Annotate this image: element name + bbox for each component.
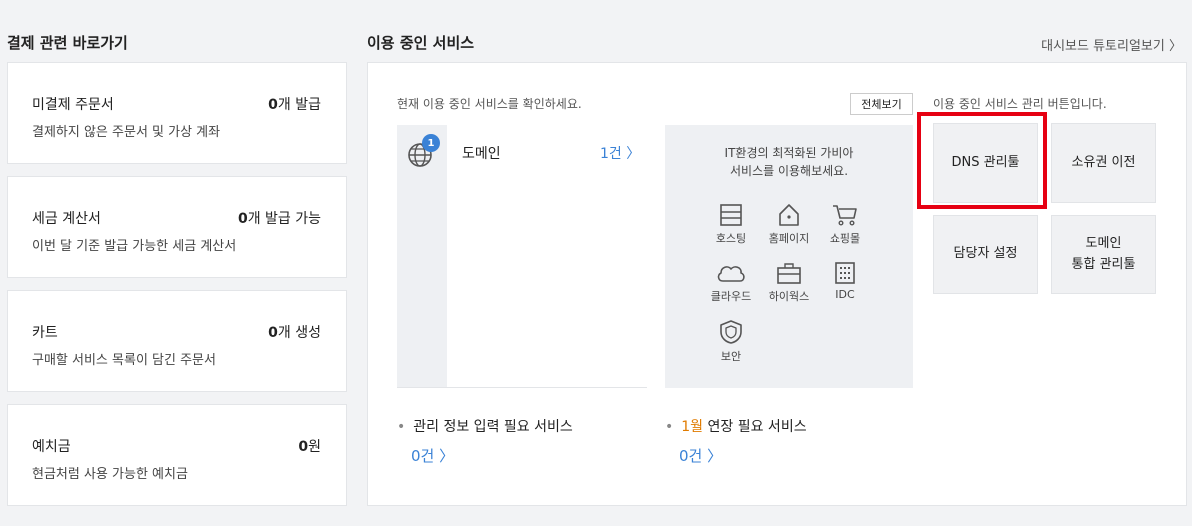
cart-card[interactable]: 카트 0개 생성 구매할 서비스 목록이 담긴 주문서 bbox=[7, 290, 347, 392]
cart-icon bbox=[833, 205, 857, 226]
globe-icon: 1 bbox=[407, 134, 440, 170]
service-label: 홈페이지 bbox=[768, 232, 810, 245]
service-label: IDC bbox=[835, 288, 855, 301]
service-cloud[interactable]: 클라우드 bbox=[701, 261, 761, 304]
divider bbox=[397, 387, 647, 388]
renewal-required-count-link[interactable]: 0건 〉 bbox=[679, 445, 722, 466]
service-security[interactable]: 보안 bbox=[701, 319, 761, 364]
management-tools-description: 이용 중인 서비스 관리 버튼입니다. bbox=[933, 97, 1107, 111]
service-label: 호스팅 bbox=[715, 232, 747, 245]
hosting-icon bbox=[720, 204, 742, 226]
house-icon bbox=[779, 204, 799, 226]
info-required-services-label: • 관리 정보 입력 필요 서비스 bbox=[397, 419, 573, 435]
building-icon bbox=[835, 262, 855, 284]
button-label-line1: 도메인 bbox=[1085, 235, 1122, 251]
services-description: 현재 이용 중인 서비스를 확인하세요. bbox=[397, 97, 582, 111]
deposit-card[interactable]: 예치금 0원 현금처럼 사용 가능한 예치금 bbox=[7, 404, 347, 506]
renewal-required-services-label: • 1월 연장 필요 서비스 bbox=[665, 419, 807, 435]
ownership-transfer-button[interactable]: 소유권 이전 bbox=[1051, 123, 1156, 203]
contact-settings-button[interactable]: 담당자 설정 bbox=[933, 215, 1038, 294]
promo-text-line2: 서비스를 이용해보세요. bbox=[729, 164, 849, 178]
shield-icon bbox=[720, 320, 742, 344]
card-title: 미결제 주문서 bbox=[32, 97, 114, 113]
card-description: 구매할 서비스 목록이 담긴 주문서 bbox=[32, 353, 216, 368]
card-count: 0개 발급 bbox=[268, 97, 321, 113]
view-all-button[interactable]: 전체보기 bbox=[850, 93, 913, 115]
service-hosting[interactable]: 호스팅 bbox=[701, 203, 761, 246]
tax-invoice-card[interactable]: 세금 계산서 0개 발급 가능 이번 달 기준 발급 가능한 세금 계산서 bbox=[7, 176, 347, 278]
dns-button-highlight-box bbox=[917, 112, 1047, 209]
services-panel: 현재 이용 중인 서비스를 확인하세요. 전체보기 1 도메인 1건 〉 IT환… bbox=[367, 62, 1187, 506]
service-label: 쇼핑몰 bbox=[829, 232, 861, 245]
card-title: 카트 bbox=[32, 325, 58, 341]
briefcase-icon bbox=[777, 263, 801, 284]
domain-count-link[interactable]: 1건 〉 bbox=[600, 143, 640, 163]
service-label: 보안 bbox=[720, 350, 742, 363]
service-idc[interactable]: IDC bbox=[815, 261, 875, 301]
card-count: 0개 발급 가능 bbox=[237, 211, 321, 227]
payment-shortcuts-title: 결제 관련 바로가기 bbox=[7, 34, 128, 52]
services-in-use-title: 이용 중인 서비스 bbox=[367, 34, 475, 52]
card-description: 결제하지 않은 주문서 및 가상 계좌 bbox=[32, 125, 221, 140]
service-label: 클라우드 bbox=[710, 290, 752, 303]
cloud-icon bbox=[717, 266, 745, 282]
unpaid-orders-card[interactable]: 미결제 주문서 0개 발급 결제하지 않은 주문서 및 가상 계좌 bbox=[7, 62, 347, 164]
service-hiworks[interactable]: 하이웍스 bbox=[759, 261, 819, 304]
card-description: 이번 달 기준 발급 가능한 세금 계산서 bbox=[32, 239, 237, 254]
service-shoppingmall[interactable]: 쇼핑몰 bbox=[815, 203, 875, 246]
button-label-line2: 통합 관리툴 bbox=[1071, 256, 1136, 272]
domain-icon-column: 1 bbox=[397, 125, 447, 388]
service-label: 하이웍스 bbox=[768, 290, 810, 303]
domain-integrated-manager-button[interactable]: 도메인 통합 관리툴 bbox=[1051, 215, 1156, 294]
card-description: 현금처럼 사용 가능한 예치금 bbox=[32, 467, 188, 482]
domain-count-badge: 1 bbox=[422, 134, 440, 152]
card-title: 세금 계산서 bbox=[32, 211, 101, 227]
renewal-month: 1월 bbox=[681, 419, 704, 435]
domain-label: 도메인 bbox=[462, 146, 501, 162]
service-homepage[interactable]: 홈페이지 bbox=[759, 203, 819, 246]
service-promo-box: IT환경의 최적화된 가비아 서비스를 이용해보세요. 호스팅 홈페이지 쇼핑몰… bbox=[665, 125, 913, 388]
dashboard-tutorial-link[interactable]: 대시보드 튜토리얼보기 〉 bbox=[1041, 35, 1182, 54]
promo-text-line1: IT환경의 최적화된 가비아 bbox=[724, 146, 854, 160]
card-count: 0개 생성 bbox=[268, 325, 321, 341]
card-title: 예치금 bbox=[32, 439, 71, 455]
info-required-count-link[interactable]: 0건 〉 bbox=[411, 445, 454, 466]
card-count: 0원 bbox=[298, 439, 321, 455]
